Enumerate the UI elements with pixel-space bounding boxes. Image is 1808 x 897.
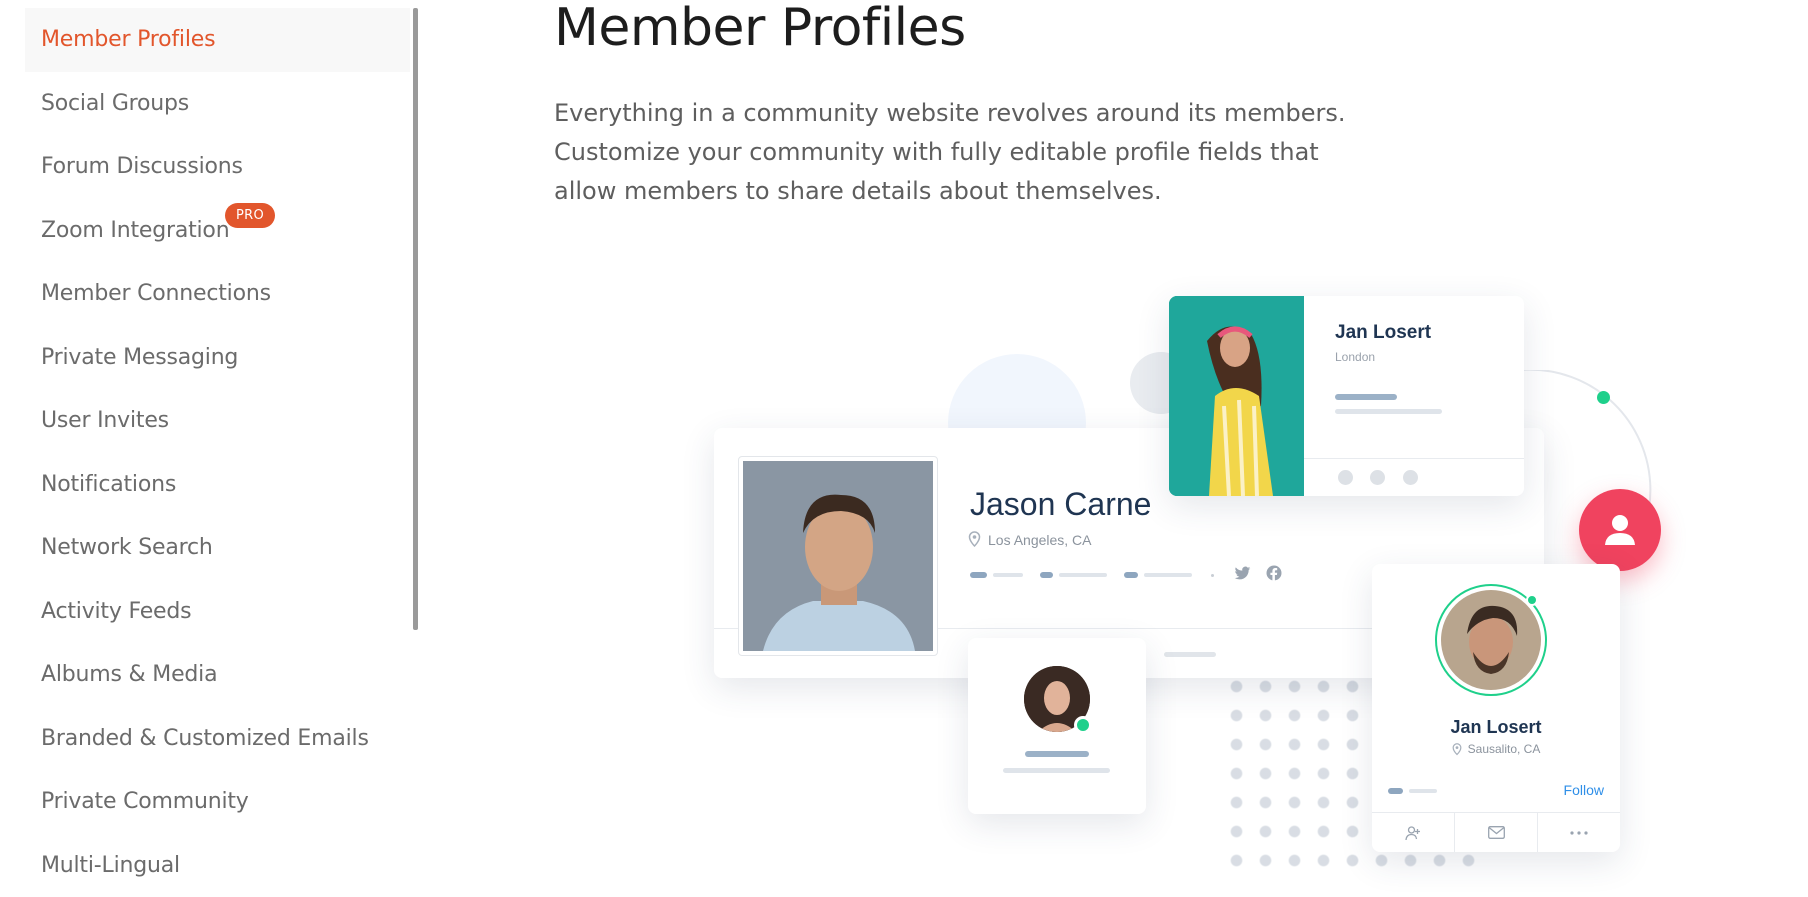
profile-card-bar xyxy=(1164,652,1216,657)
more-icon xyxy=(1570,831,1588,835)
add-member-button[interactable] xyxy=(1579,489,1661,571)
top-card-action-dot[interactable] xyxy=(1338,470,1353,485)
profile-stat-bar xyxy=(1040,572,1053,578)
online-status-dot xyxy=(1074,716,1092,734)
small-card-bar xyxy=(1025,751,1089,757)
location-pin-icon xyxy=(1452,743,1462,756)
member-card-bar xyxy=(1409,789,1437,793)
more-options-button[interactable] xyxy=(1538,813,1620,852)
top-card-divider xyxy=(1304,458,1524,459)
facebook-icon[interactable] xyxy=(1266,565,1282,581)
top-card-action-dot[interactable] xyxy=(1370,470,1385,485)
add-friend-icon xyxy=(1405,825,1421,841)
top-card-bar xyxy=(1335,409,1442,414)
top-card-bar xyxy=(1335,394,1397,400)
member-card-name: Jan Losert xyxy=(1372,717,1620,738)
profile-stat-bar xyxy=(970,572,987,578)
profile-photo xyxy=(738,456,938,656)
online-status-dot xyxy=(1526,594,1538,606)
user-icon xyxy=(1601,511,1639,549)
small-avatar-card xyxy=(968,638,1146,814)
add-friend-button[interactable] xyxy=(1372,813,1455,852)
top-member-card: Jan Losert London xyxy=(1169,296,1524,496)
message-button[interactable] xyxy=(1455,813,1538,852)
member-card-location: Sausalito, CA xyxy=(1468,742,1541,756)
twitter-icon[interactable] xyxy=(1234,566,1251,581)
small-card-bar xyxy=(1003,768,1110,773)
member-card-location-row: Sausalito, CA xyxy=(1372,742,1620,756)
member-card: Jan Losert Sausalito, CA Follow xyxy=(1372,564,1620,852)
profile-stat-bar xyxy=(1059,573,1107,577)
top-card-action-dot[interactable] xyxy=(1403,470,1418,485)
follow-button[interactable]: Follow xyxy=(1564,782,1604,798)
member-profiles-illustration: Jason Carne Los Angeles, CA Jan Losert L… xyxy=(0,0,1808,875)
profile-stat-bar xyxy=(1124,572,1138,578)
member-card-actions xyxy=(1372,812,1620,852)
profile-location: Los Angeles, CA xyxy=(988,532,1092,548)
member-photo xyxy=(1169,296,1304,496)
profile-stat-bar xyxy=(1144,573,1192,577)
profile-stat-bar xyxy=(993,573,1023,577)
online-dot xyxy=(1597,391,1610,404)
separator-dot xyxy=(1211,574,1214,577)
top-card-location: London xyxy=(1335,350,1375,364)
mail-icon xyxy=(1488,826,1505,839)
profile-name: Jason Carne xyxy=(970,486,1151,523)
member-card-bar xyxy=(1388,788,1403,794)
top-card-name: Jan Losert xyxy=(1335,322,1431,344)
location-pin-icon xyxy=(968,531,981,548)
